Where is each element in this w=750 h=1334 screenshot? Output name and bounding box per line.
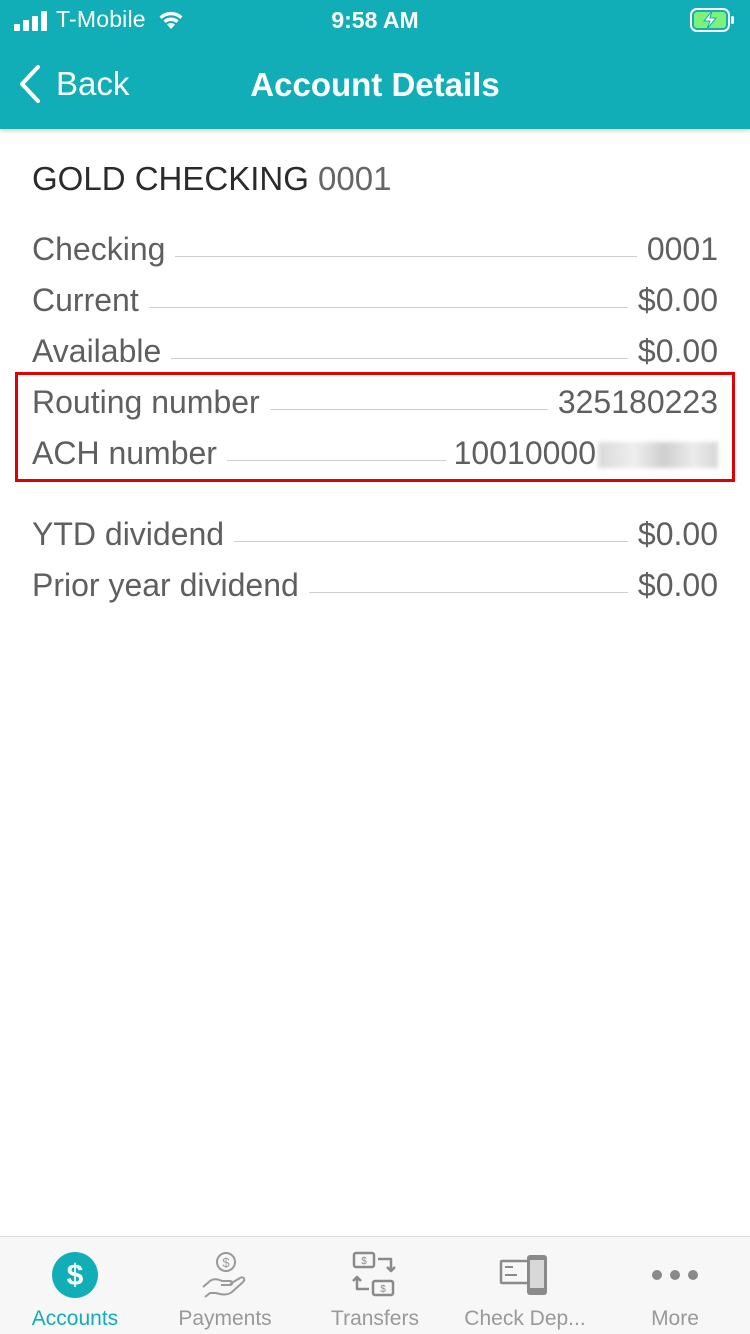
svg-text:$: $: [380, 1284, 386, 1295]
more-dots-icon: [652, 1270, 698, 1280]
detail-row-current: Current $0.00: [32, 277, 718, 323]
leader-line: [234, 540, 628, 542]
detail-label: Current: [32, 281, 139, 318]
account-name: GOLD CHECKING: [32, 160, 309, 197]
transfer-icon: $ $: [352, 1251, 396, 1297]
tab-label: Payments: [178, 1307, 272, 1330]
leader-line: [171, 357, 628, 359]
detail-value: $0.00: [637, 566, 718, 603]
detail-value: $0.00: [637, 515, 718, 552]
detail-row-prior-year-dividend: Prior year dividend $0.00: [32, 562, 718, 608]
detail-label: YTD dividend: [32, 515, 225, 552]
detail-label: Prior year dividend: [32, 566, 299, 603]
detail-row-available: Available $0.00: [32, 328, 718, 374]
tab-more[interactable]: More: [600, 1237, 750, 1334]
detail-row-ytd-dividend: YTD dividend $0.00: [32, 511, 718, 557]
detail-row-checking: Checking 0001: [32, 226, 718, 272]
svg-text:$: $: [67, 1259, 84, 1292]
status-bar: T-Mobile 9:58 AM: [0, 0, 750, 40]
tab-label: Transfers: [331, 1307, 419, 1330]
detail-value: 0001: [646, 230, 718, 267]
detail-label: Checking: [32, 230, 166, 267]
svg-text:$: $: [361, 1256, 367, 1267]
battery-charging-icon: [690, 8, 734, 32]
tab-check-deposit[interactable]: Check Dep...: [450, 1237, 600, 1334]
status-time: 9:58 AM: [331, 7, 419, 33]
dollar-circle-icon: $: [52, 1252, 98, 1298]
tab-payments[interactable]: $ Payments: [150, 1237, 300, 1334]
leader-line: [308, 591, 628, 593]
detail-value: $0.00: [637, 332, 718, 369]
leader-line: [148, 306, 628, 308]
leader-line: [175, 255, 637, 257]
tab-transfers[interactable]: $ $ Transfers: [300, 1237, 450, 1334]
tab-label: More: [651, 1307, 699, 1330]
account-number: 0001: [318, 160, 392, 197]
tab-accounts[interactable]: $ Accounts: [0, 1237, 150, 1334]
nav-bar: Back Account Details: [0, 40, 750, 129]
tab-bar: $ Accounts $ Payments $ $ Transfers Chec…: [0, 1236, 750, 1334]
page-title: Account Details: [250, 66, 500, 103]
hand-dollar-icon: $: [202, 1252, 246, 1298]
app-header: T-Mobile 9:58 AM Back Account Details: [0, 0, 750, 129]
detail-value: $0.00: [637, 281, 718, 318]
tab-label: Accounts: [31, 1307, 119, 1330]
account-title: GOLD CHECKING 0001: [32, 160, 391, 198]
detail-label: Available: [32, 332, 162, 369]
highlight-box: [15, 372, 735, 482]
svg-text:$: $: [222, 1255, 230, 1270]
tab-label: Check Dep...: [464, 1307, 586, 1330]
check-deposit-icon: [499, 1255, 547, 1295]
